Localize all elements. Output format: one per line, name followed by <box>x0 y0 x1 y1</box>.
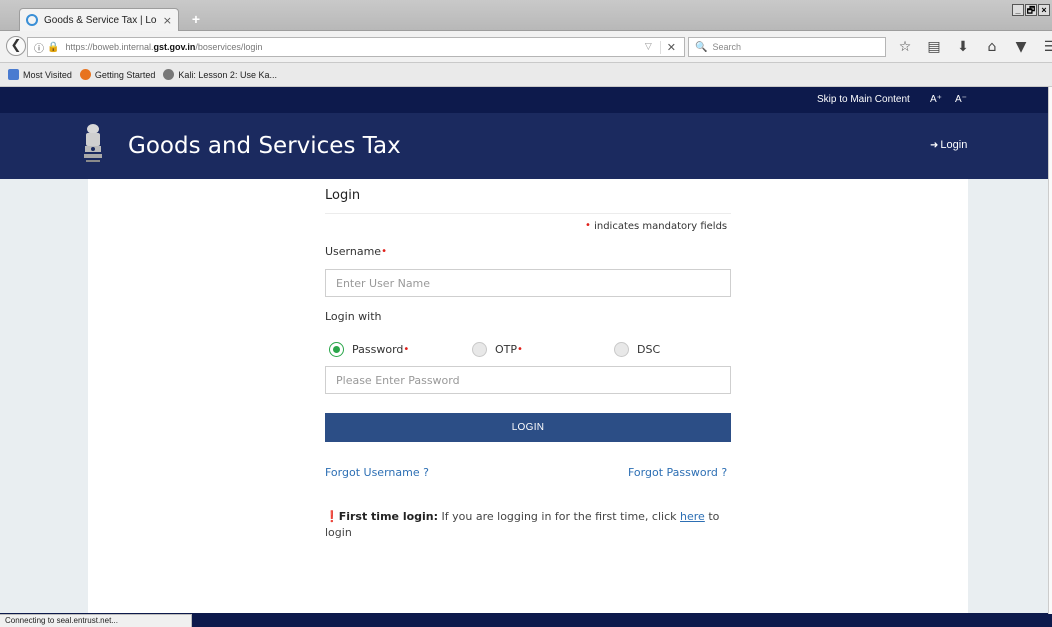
url-host-prefix: https://boweb.internal. <box>65 42 154 52</box>
heading-divider <box>325 213 731 214</box>
bookmark-kali-lesson[interactable]: Kali: Lesson 2: Use Ka... <box>163 69 277 80</box>
username-input[interactable] <box>325 269 731 297</box>
skip-to-main-link[interactable]: Skip to Main Content <box>817 94 910 105</box>
font-increase-button[interactable]: A⁺ <box>930 94 942 105</box>
required-dot: • <box>585 220 591 231</box>
bookmark-label: Getting Started <box>94 69 156 80</box>
lock-icon[interactable]: 🔒 <box>47 42 59 53</box>
first-time-login-note: ❗First time login: If you are logging in… <box>325 509 725 541</box>
history-dropdown-icon[interactable]: ▽ <box>645 42 652 52</box>
browser-nav-bar: ❮ ⓘ 🔒 https://boweb.internal.gst.gov.in/… <box>0 31 1052 63</box>
sign-in-icon: ➜ <box>930 140 939 151</box>
dsc-radio[interactable]: DSC <box>614 342 660 357</box>
first-time-text: If you are logging in for the first time… <box>441 510 677 523</box>
forgot-username-link[interactable]: Forgot Username ? <box>325 466 429 479</box>
status-bar: Connecting to seal.entrust.net... <box>0 614 192 627</box>
forgot-password-link[interactable]: Forgot Password ? <box>628 466 727 479</box>
login-panel: Login • indicates mandatory fields Usern… <box>88 179 968 614</box>
otp-radio-label: OTP <box>495 343 518 356</box>
footer-strip <box>192 614 1052 627</box>
required-dot: • <box>381 246 387 257</box>
close-window-button[interactable]: × <box>1038 4 1050 16</box>
login-button[interactable]: LOGIN <box>325 413 731 442</box>
first-time-heading: ❗First time login: <box>325 510 438 523</box>
browser-tab[interactable]: Goods & Service Tax | Login × <box>19 8 179 31</box>
kali-icon <box>163 69 175 80</box>
login-heading: Login <box>325 188 361 203</box>
username-label-text: Username <box>325 245 382 258</box>
home-icon[interactable]: ⌂ <box>983 38 1001 56</box>
download-icon[interactable]: ⬇ <box>954 38 972 56</box>
info-icon[interactable]: ⓘ <box>34 40 44 55</box>
bookmark-most-visited[interactable]: Most Visited <box>8 69 72 80</box>
required-dot: • <box>403 344 410 355</box>
bookmark-getting-started[interactable]: Getting Started <box>79 69 156 80</box>
password-radio[interactable]: Password • <box>329 342 409 357</box>
site-header: Goods and Services Tax ➜ Login <box>0 113 1048 179</box>
national-emblem-icon <box>84 124 102 162</box>
address-bar[interactable]: ⓘ 🔒 https://boweb.internal.gst.gov.in/bo… <box>27 37 685 57</box>
browser-tab-bar: Goods & Service Tax | Login × + _ 🗗 × <box>0 0 1052 31</box>
mandatory-note-text: indicates mandatory fields <box>594 221 728 232</box>
first-time-here-link[interactable]: here <box>680 510 705 523</box>
search-icon: 🔍 <box>695 41 708 53</box>
web-page: Skip to Main Content A⁺ A⁻ Goods and Ser… <box>0 87 1048 614</box>
url-host-bold: gst.gov.in <box>153 42 196 52</box>
menu-icon[interactable]: ☰ <box>1041 38 1052 56</box>
header-login-link[interactable]: ➜ Login <box>930 139 967 151</box>
back-button[interactable]: ❮ <box>6 36 26 56</box>
font-decrease-button[interactable]: A⁻ <box>955 94 967 105</box>
radio-selected-icon[interactable] <box>329 342 344 357</box>
loading-icon <box>26 14 38 26</box>
url-path: /boservices/login <box>195 42 263 52</box>
reading-list-icon[interactable]: ▤ <box>925 38 943 56</box>
login-method-group: Password • OTP • DSC <box>329 342 729 360</box>
bookmarks-bar: Most Visited Getting Started Kali: Lesso… <box>0 63 1052 87</box>
page-scrollbar[interactable] <box>1048 87 1052 614</box>
site-title: Goods and Services Tax <box>128 133 401 159</box>
url-text[interactable]: https://boweb.internal.gst.gov.in/boserv… <box>65 42 644 52</box>
password-radio-label: Password <box>352 343 404 356</box>
radio-unselected-icon[interactable] <box>472 342 487 357</box>
minimize-button[interactable]: _ <box>1012 4 1024 16</box>
otp-radio[interactable]: OTP • <box>472 342 523 357</box>
firefox-icon <box>79 69 91 80</box>
window-controls: _ 🗗 × <box>1012 4 1050 16</box>
header-login-label: Login <box>940 139 968 151</box>
bookmark-label: Most Visited <box>23 69 72 80</box>
close-tab-icon[interactable]: × <box>163 14 172 27</box>
bookmark-label: Kali: Lesson 2: Use Ka... <box>178 69 277 80</box>
search-placeholder: Search <box>712 42 741 52</box>
tab-title: Goods & Service Tax | Login <box>44 14 157 26</box>
bookmark-star-icon[interactable]: ☆ <box>896 38 914 56</box>
radio-unselected-icon[interactable] <box>614 342 629 357</box>
accessibility-strip: Skip to Main Content A⁺ A⁻ <box>0 87 1048 113</box>
info-circle-icon: ❗ <box>325 510 339 523</box>
pocket-icon[interactable]: ▼ <box>1012 38 1030 56</box>
login-with-label: Login with <box>325 310 382 323</box>
username-label: Username• <box>325 245 387 258</box>
new-tab-button[interactable]: + <box>186 11 206 28</box>
stop-icon[interactable]: ✕ <box>659 40 676 54</box>
search-box[interactable]: 🔍 Search <box>688 37 886 57</box>
toolbar-icons: ☆ ▤ ⬇ ⌂ ▼ ☰ <box>896 38 1052 56</box>
restore-button[interactable]: 🗗 <box>1025 4 1037 16</box>
mandatory-note: • indicates mandatory fields <box>585 220 727 232</box>
password-input[interactable] <box>325 366 731 394</box>
first-time-bold: First time login: <box>338 510 439 523</box>
folder-icon <box>8 69 19 80</box>
required-dot: • <box>517 344 523 355</box>
dsc-radio-label: DSC <box>637 343 661 356</box>
